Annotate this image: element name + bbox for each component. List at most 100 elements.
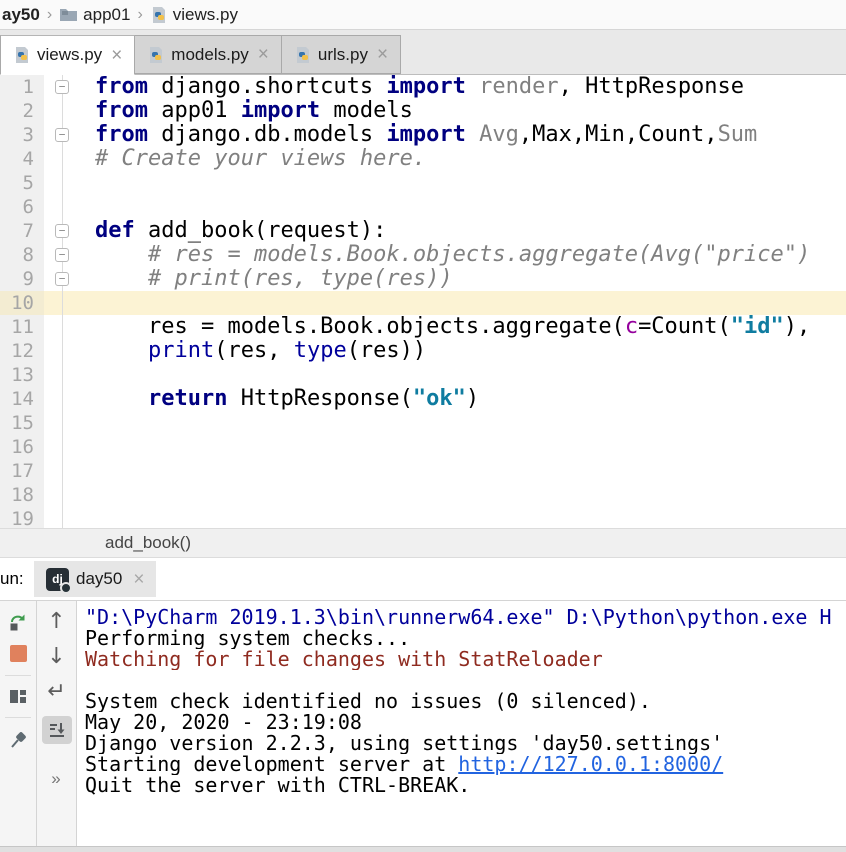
breadcrumb-package[interactable]: app01: [83, 5, 130, 25]
console-output[interactable]: "D:\PyCharm 2019.1.3\bin\runnerw64.exe" …: [77, 601, 846, 846]
tab-label: urls.py: [318, 45, 368, 65]
close-icon[interactable]: ×: [111, 46, 122, 65]
line-number[interactable]: 12: [0, 339, 44, 363]
code-line[interactable]: from app01 import models: [78, 99, 846, 123]
code-line[interactable]: from django.db.models import Avg,Max,Min…: [78, 123, 846, 147]
console-line: System check identified no issues (0 sil…: [85, 691, 846, 712]
function-breadcrumb-label[interactable]: add_book(): [105, 533, 191, 553]
console-line: May 20, 2020 - 23:19:08: [85, 712, 846, 733]
tab-views-py[interactable]: views.py ×: [0, 35, 135, 75]
code-token: import: [241, 99, 320, 123]
close-icon[interactable]: ×: [258, 45, 269, 64]
django-icon: dj: [46, 568, 69, 591]
fold-marker-icon[interactable]: −: [55, 128, 69, 142]
fold-marker-icon[interactable]: −: [55, 272, 69, 286]
stop-button[interactable]: [10, 645, 27, 662]
console-text: Django version 2.2.3, using settings 'da…: [85, 733, 723, 754]
line-number[interactable]: 13: [0, 363, 44, 387]
more-actions-icon[interactable]: »: [51, 769, 61, 789]
code-line[interactable]: [78, 507, 846, 528]
code-token: ,Max,Min,Count,: [519, 123, 718, 147]
server-url-link[interactable]: http://127.0.0.1:8000/: [458, 754, 723, 775]
line-number[interactable]: 2: [0, 99, 44, 123]
console-text: System check identified no issues (0 sil…: [85, 691, 651, 712]
code-line[interactable]: return HttpResponse("ok"): [78, 387, 846, 411]
tab-urls-py[interactable]: urls.py ×: [282, 35, 401, 74]
code-line[interactable]: # Create your views here.: [78, 147, 846, 171]
code-token: # res = models.Book.objects.aggregate(Av…: [148, 243, 810, 267]
code-line[interactable]: [78, 291, 846, 315]
console-text: "D:\PyCharm 2019.1.3\bin\runnerw64.exe" …: [85, 607, 832, 628]
line-number[interactable]: 6: [0, 195, 44, 219]
code-token: res = models.Book.objects.aggregate(: [95, 315, 625, 339]
code-token: def: [95, 219, 135, 243]
code-line[interactable]: [78, 483, 846, 507]
tab-models-py[interactable]: models.py ×: [135, 35, 282, 74]
close-icon[interactable]: ×: [133, 570, 144, 589]
code-line[interactable]: [78, 411, 846, 435]
rerun-button[interactable]: [8, 613, 28, 632]
tab-label: models.py: [171, 45, 248, 65]
line-number[interactable]: 18: [0, 483, 44, 507]
code-line[interactable]: [78, 195, 846, 219]
restore-layout-button[interactable]: [9, 689, 27, 704]
code-token: (res)): [347, 339, 426, 363]
breadcrumb-file[interactable]: views.py: [173, 5, 238, 25]
line-number[interactable]: 1: [0, 75, 44, 99]
line-number[interactable]: 7: [0, 219, 44, 243]
line-number[interactable]: 16: [0, 435, 44, 459]
line-number[interactable]: 15: [0, 411, 44, 435]
line-number[interactable]: 9: [0, 267, 44, 291]
console-line: Performing system checks...: [85, 628, 846, 649]
close-icon[interactable]: ×: [377, 45, 388, 64]
code-token: =Count(: [638, 315, 731, 339]
console-text: Starting development server at: [85, 754, 458, 775]
down-stack-trace-icon[interactable]: ↓: [47, 646, 65, 668]
python-file-icon: [294, 46, 312, 64]
run-console-panel: ↑ ↓ ↵ » "D:\PyCharm 2019.1.3\bin\runnerw…: [0, 600, 846, 846]
line-number[interactable]: 17: [0, 459, 44, 483]
fold-marker-icon[interactable]: −: [55, 80, 69, 94]
up-stack-trace-icon[interactable]: ↑: [47, 611, 65, 633]
chevron-right-icon: ›: [47, 6, 52, 24]
code-line[interactable]: [78, 171, 846, 195]
run-config-tab-day50[interactable]: dj day50 ×: [34, 561, 156, 597]
code-editor[interactable]: 1−23−4567−8−9−10111213141516171819 from …: [0, 75, 846, 528]
editor-gutter[interactable]: 1−23−4567−8−9−10111213141516171819: [0, 75, 78, 528]
toolbar-separator: [5, 675, 31, 676]
code-token: "id": [731, 315, 784, 339]
console-text: Quit the server with CTRL-BREAK.: [85, 775, 470, 796]
soft-wrap-icon[interactable]: ↵: [47, 681, 65, 703]
line-number[interactable]: 5: [0, 171, 44, 195]
line-number[interactable]: 8: [0, 243, 44, 267]
code-line[interactable]: [78, 435, 846, 459]
code-area[interactable]: from django.shortcuts import render, Htt…: [78, 75, 846, 528]
line-number[interactable]: 4: [0, 147, 44, 171]
scroll-to-end-button[interactable]: [42, 716, 72, 744]
line-number[interactable]: 14: [0, 387, 44, 411]
code-token: c: [625, 315, 638, 339]
code-token: print: [148, 339, 214, 363]
fold-marker-icon[interactable]: −: [55, 224, 69, 238]
code-line[interactable]: res = models.Book.objects.aggregate(c=Co…: [78, 315, 846, 339]
line-number[interactable]: 3: [0, 123, 44, 147]
code-line[interactable]: print(res, type(res)): [78, 339, 846, 363]
code-line[interactable]: [78, 459, 846, 483]
code-line[interactable]: [78, 363, 846, 387]
line-number[interactable]: 19: [0, 507, 44, 528]
code-line[interactable]: def add_book(request):: [78, 219, 846, 243]
code-token: models: [320, 99, 413, 123]
pin-tab-button[interactable]: [9, 731, 27, 749]
code-line[interactable]: # print(res, type(res)): [78, 267, 846, 291]
status-bar-edge: [0, 846, 846, 852]
line-number[interactable]: 11: [0, 315, 44, 339]
code-token: from: [95, 123, 148, 147]
line-number[interactable]: 10: [0, 291, 44, 315]
run-toolbar: [0, 601, 37, 846]
fold-marker-icon[interactable]: −: [55, 248, 69, 262]
code-line[interactable]: # res = models.Book.objects.aggregate(Av…: [78, 243, 846, 267]
code-line[interactable]: from django.shortcuts import render, Htt…: [78, 75, 846, 99]
breadcrumb-project[interactable]: ay50: [2, 5, 40, 25]
python-file-icon: [150, 6, 168, 24]
folder-icon: [59, 7, 78, 22]
